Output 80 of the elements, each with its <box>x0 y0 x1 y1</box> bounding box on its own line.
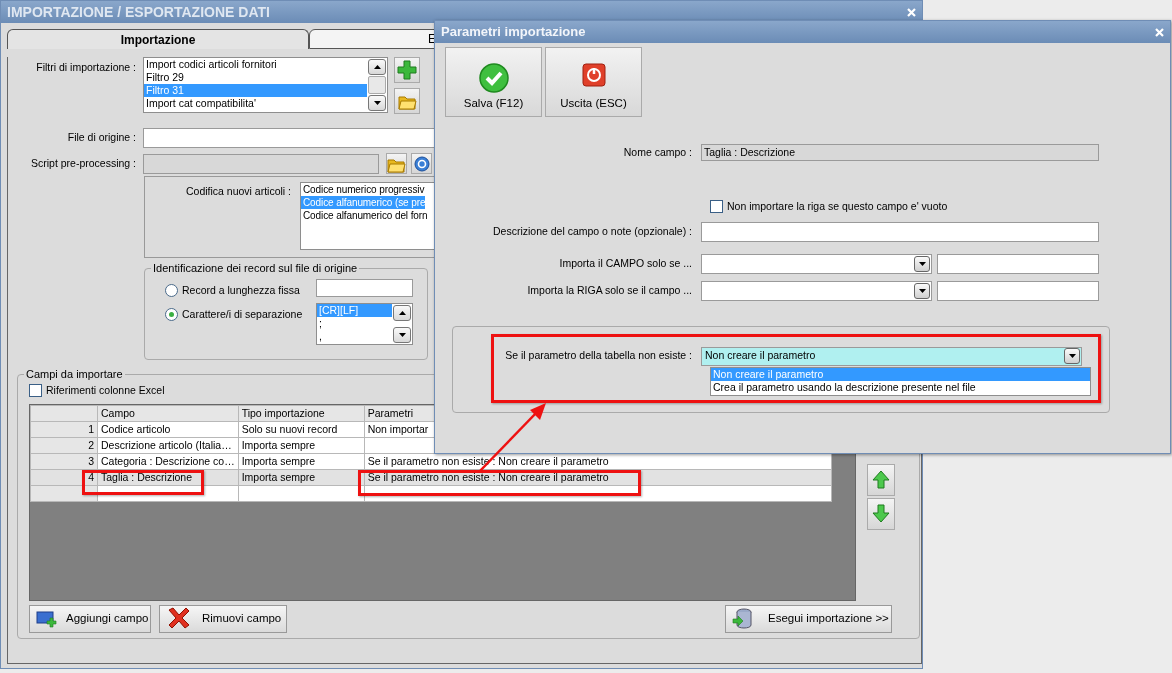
radio-label[interactable]: Carattere/i di separazione <box>182 306 303 323</box>
dropdown[interactable]: Non creare il parametro <box>701 346 1082 366</box>
down-arrow-icon <box>398 333 406 337</box>
dropdown[interactable] <box>701 280 932 301</box>
length-input[interactable] <box>316 279 413 297</box>
list-item[interactable]: Codice numerico progressiv <box>301 183 425 196</box>
field-label: Filtri di importazione : <box>35 60 136 75</box>
table-cell: Importa sempre <box>238 437 365 454</box>
field-label: Importa la RIGA solo se il campo ... <box>526 282 693 298</box>
close-icon[interactable] <box>1155 27 1164 37</box>
field-label: Script pre-processing : <box>29 155 136 171</box>
power-icon <box>580 62 607 88</box>
description-field[interactable] <box>701 221 1099 242</box>
list-item[interactable]: Import codici articoli fornitori <box>144 58 367 71</box>
dropdown[interactable] <box>701 253 932 274</box>
column-header <box>30 405 98 422</box>
add-filter-button[interactable] <box>394 57 420 83</box>
monitor-plus-icon <box>36 608 58 629</box>
checkbox[interactable] <box>710 200 723 214</box>
table-cell: Solo su nuovi record <box>238 421 365 438</box>
down-arrow-icon <box>871 503 891 525</box>
close-icon[interactable] <box>907 7 916 17</box>
tab[interactable]: Importazione <box>7 29 309 49</box>
value-field[interactable] <box>937 280 1099 301</box>
add-field-button[interactable]: Aggiungi campo <box>29 604 151 633</box>
table-cell: Descrizione articolo (Italia… <box>97 437 239 454</box>
dropdown-option[interactable]: Crea il parametro usando la descrizione presente nel file <box>711 380 1090 394</box>
down-arrow-icon <box>373 101 381 105</box>
list-item[interactable]: Codice alfanumerico del forn <box>301 209 428 222</box>
scroll-up-button[interactable] <box>368 59 386 75</box>
dialog-title: Parametri importazione <box>441 23 586 42</box>
field-label: Se il parametro della tabella non esiste : <box>504 348 693 364</box>
table-cell: Importa sempre <box>238 453 365 470</box>
radio-button[interactable] <box>165 284 178 298</box>
field-label: Nome campo : <box>622 144 693 160</box>
table-cell: Categoria : Descrizione co… <box>97 453 239 470</box>
scroll-up-button[interactable] <box>393 305 411 321</box>
field-label: Importa il CAMPO solo se ... <box>558 255 693 271</box>
run-import-button[interactable]: Esegui importazione >> <box>725 604 892 633</box>
up-arrow-icon <box>398 311 406 315</box>
checkbox-label[interactable]: Non importare la riga se questo campo e' vuoto <box>727 199 948 215</box>
move-up-button[interactable] <box>867 463 895 496</box>
table-cell: Codice articolo <box>97 421 239 438</box>
up-arrow-icon <box>373 65 381 69</box>
check-icon <box>477 62 510 94</box>
list-item[interactable]: Import cat compatibilita' <box>144 97 367 110</box>
scroll-down-button[interactable] <box>393 327 411 343</box>
scroll-thumb[interactable] <box>368 76 386 94</box>
checkbox-label[interactable]: Riferimenti colonne Excel <box>46 383 165 399</box>
radio-button[interactable] <box>165 308 178 322</box>
caret-icon <box>1068 354 1076 359</box>
caret-icon <box>918 261 926 266</box>
move-down-button[interactable] <box>867 497 895 530</box>
column-header[interactable]: Campo <box>97 405 239 422</box>
save-button[interactable]: Salva (F12) <box>445 47 542 117</box>
help-icon <box>413 155 430 172</box>
remove-field-button[interactable]: Rimuovi campo <box>159 604 287 633</box>
plus-icon <box>397 60 417 80</box>
group-title: Campi da importare <box>25 368 124 381</box>
exit-button[interactable]: Uscita (ESC) <box>545 47 642 117</box>
field-label: Descrizione del campo o note (opzionale) : <box>491 223 693 239</box>
window-title: IMPORTAZIONE / ESPORTAZIONE DATI <box>7 2 270 22</box>
browse-button[interactable] <box>386 153 407 174</box>
checkbox[interactable] <box>29 384 42 398</box>
caret-icon <box>918 288 926 293</box>
list-item[interactable]: ; <box>317 317 392 330</box>
up-arrow-icon <box>871 469 891 491</box>
list-item[interactable]: , <box>317 330 392 343</box>
field-label: Codifica nuovi articoli : <box>184 184 291 199</box>
field-label: File di origine : <box>66 130 136 146</box>
open-filter-button[interactable] <box>394 88 420 114</box>
value-field[interactable] <box>937 253 1099 274</box>
database-arrow-icon <box>732 606 754 631</box>
group-title: Identificazione dei record sul file di origine <box>152 262 359 275</box>
radio-label[interactable]: Record a lunghezza fissa <box>182 283 300 299</box>
column-header[interactable]: Tipo importazione <box>238 405 365 422</box>
name-field[interactable]: Taglia : Descrizione <box>701 144 1099 161</box>
help-button[interactable] <box>411 153 432 174</box>
list-item[interactable]: Filtro 29 <box>144 71 367 84</box>
scroll-down-button[interactable] <box>368 95 386 111</box>
